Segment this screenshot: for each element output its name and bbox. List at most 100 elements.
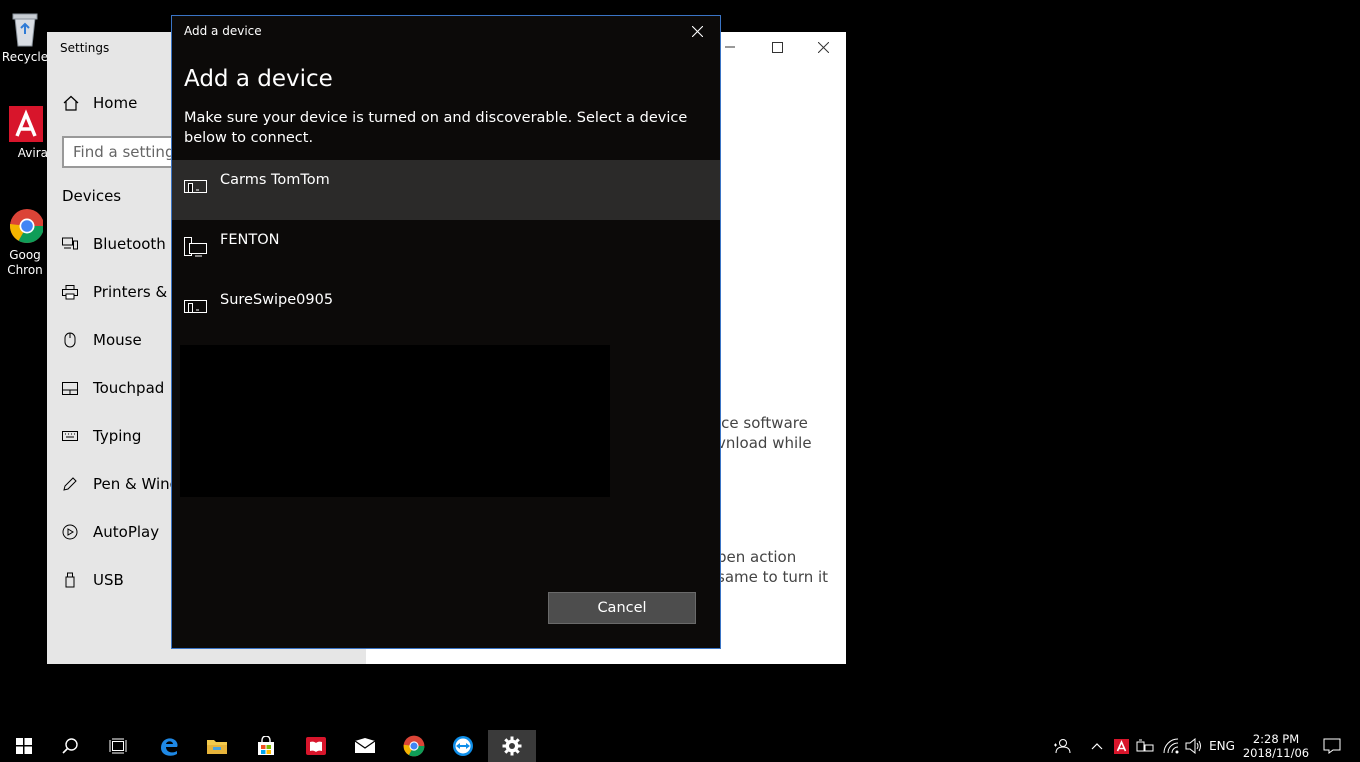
people-icon — [1054, 739, 1071, 754]
pen-icon — [62, 476, 78, 492]
settings-taskbar-button[interactable] — [488, 730, 536, 762]
sidebar-item-label: Mouse — [93, 331, 142, 349]
device-name: FENTON — [220, 232, 280, 248]
background-paragraph: ice software vnload while — [717, 413, 812, 453]
edge-taskbar-button[interactable] — [145, 730, 193, 762]
add-device-dialog: Add a device Add a device Make sure your… — [171, 15, 721, 649]
background-text-line: vnload while — [717, 434, 812, 452]
edge-icon — [161, 738, 178, 756]
close-icon — [691, 26, 703, 37]
usb-icon — [62, 572, 78, 588]
language-indicator[interactable]: ENG — [1206, 730, 1238, 762]
minimize-icon — [725, 46, 735, 48]
sidebar-item-label: Typing — [93, 427, 142, 445]
display-device-icon — [184, 297, 208, 317]
computer-device-icon — [184, 237, 208, 257]
store-taskbar-button[interactable] — [242, 730, 290, 762]
avira-tray-icon — [1113, 738, 1129, 754]
dialog-heading: Add a device — [184, 66, 333, 92]
home-icon — [63, 95, 79, 111]
network-button[interactable] — [1160, 730, 1182, 762]
volume-button[interactable] — [1183, 730, 1205, 762]
maximize-button[interactable] — [754, 32, 800, 62]
task-view-button[interactable] — [94, 730, 142, 762]
sidebar-item-touchpad[interactable]: Touchpad — [62, 373, 164, 403]
printer-icon — [62, 284, 78, 300]
device-item-carms-tomtom[interactable]: Carms TomTom — [172, 160, 720, 220]
background-text-line: pen action — [717, 548, 797, 566]
sidebar-item-label: Touchpad — [93, 379, 165, 397]
empty-list-area — [180, 345, 610, 497]
background-text-line: same to turn it — [717, 568, 829, 586]
mail-icon — [354, 738, 376, 753]
sidebar-item-autoplay[interactable]: AutoPlay — [62, 517, 159, 547]
show-hidden-icons-button[interactable] — [1087, 730, 1107, 762]
sidebar-item-mouse[interactable]: Mouse — [62, 325, 142, 355]
dialog-close-button[interactable] — [674, 16, 720, 47]
chevron-up-icon — [1091, 743, 1103, 750]
windows-logo-icon — [16, 738, 32, 754]
avira-label: Avira — [17, 146, 48, 160]
sidebar-item-printers[interactable]: Printers & sc — [62, 277, 188, 307]
settings-title: Settings — [60, 41, 110, 55]
clock-time: 2:28 PM — [1252, 732, 1300, 746]
clock[interactable]: 2:28 PM 2018/11/06 — [1242, 732, 1310, 760]
clock-date: 2018/11/06 — [1242, 746, 1310, 760]
background-text-line: ice software — [717, 414, 808, 432]
notification-icon — [1323, 738, 1341, 754]
teamviewer-taskbar-button[interactable] — [439, 730, 487, 762]
reader-taskbar-button[interactable] — [292, 730, 340, 762]
section-title: Devices — [62, 187, 122, 205]
start-button[interactable] — [0, 730, 48, 762]
sidebar-item-usb[interactable]: USB — [62, 565, 124, 595]
task-view-icon — [109, 738, 127, 754]
search-button[interactable] — [46, 730, 94, 762]
speaker-icon — [1185, 738, 1201, 754]
sidebar-item-label: Pen & Wind — [93, 475, 180, 493]
chrome-taskbar-button[interactable] — [390, 730, 438, 762]
mouse-icon — [62, 332, 78, 348]
cancel-button[interactable]: Cancel — [548, 592, 696, 624]
sidebar-item-typing[interactable]: Typing — [62, 421, 141, 451]
chrome-label: Goog Chron — [7, 248, 43, 277]
people-button[interactable] — [1050, 730, 1074, 762]
mail-taskbar-button[interactable] — [341, 730, 389, 762]
avira-icon — [7, 104, 43, 144]
search-icon — [62, 738, 78, 754]
chrome-icon — [7, 206, 44, 246]
dialog-description: Make sure your device is turned on and d… — [184, 110, 688, 146]
device-tray-button[interactable] — [1134, 730, 1156, 762]
chrome-shortcut[interactable]: Goog Chron — [0, 206, 50, 278]
recycle-bin-icon — [7, 8, 43, 48]
close-button[interactable] — [800, 32, 846, 62]
avira-tray-button[interactable] — [1111, 730, 1131, 762]
usb-device-tray-icon — [1136, 739, 1154, 752]
action-center-button[interactable] — [1318, 730, 1346, 762]
dialog-window-title: Add a device — [184, 24, 262, 38]
file-explorer-taskbar-button[interactable] — [193, 730, 241, 762]
store-icon — [258, 736, 274, 755]
home-label: Home — [93, 94, 138, 112]
book-reader-icon — [306, 737, 326, 755]
desktop: Recycle Avira Goog Chron Settings Home F… — [0, 0, 1360, 730]
teamviewer-icon — [453, 736, 473, 756]
taskbar: ENG 2:28 PM 2018/11/06 — [0, 730, 1360, 762]
device-name: SureSwipe0905 — [220, 292, 334, 308]
folder-icon — [207, 740, 227, 754]
sidebar-item-pen[interactable]: Pen & Wind — [62, 469, 179, 499]
sidebar-item-bluetooth[interactable]: Bluetooth & — [62, 229, 182, 259]
home-nav[interactable]: Home — [63, 94, 137, 112]
bluetooth-devices-icon — [62, 236, 78, 252]
background-paragraph: pen action same to turn it — [717, 547, 828, 587]
device-item-sureswipe0905[interactable]: SureSwipe0905 — [172, 280, 720, 340]
chrome-icon — [403, 735, 425, 757]
recycle-bin-shortcut[interactable]: Recycle — [0, 8, 50, 65]
close-icon — [817, 41, 829, 53]
wifi-icon — [1163, 738, 1179, 754]
device-name: Carms TomTom — [220, 172, 330, 188]
maximize-icon — [771, 41, 783, 53]
keyboard-icon — [62, 428, 78, 444]
device-item-fenton[interactable]: FENTON — [172, 220, 720, 280]
avira-shortcut[interactable]: Avira — [0, 104, 50, 161]
recycle-bin-label: Recycle — [1, 50, 49, 64]
